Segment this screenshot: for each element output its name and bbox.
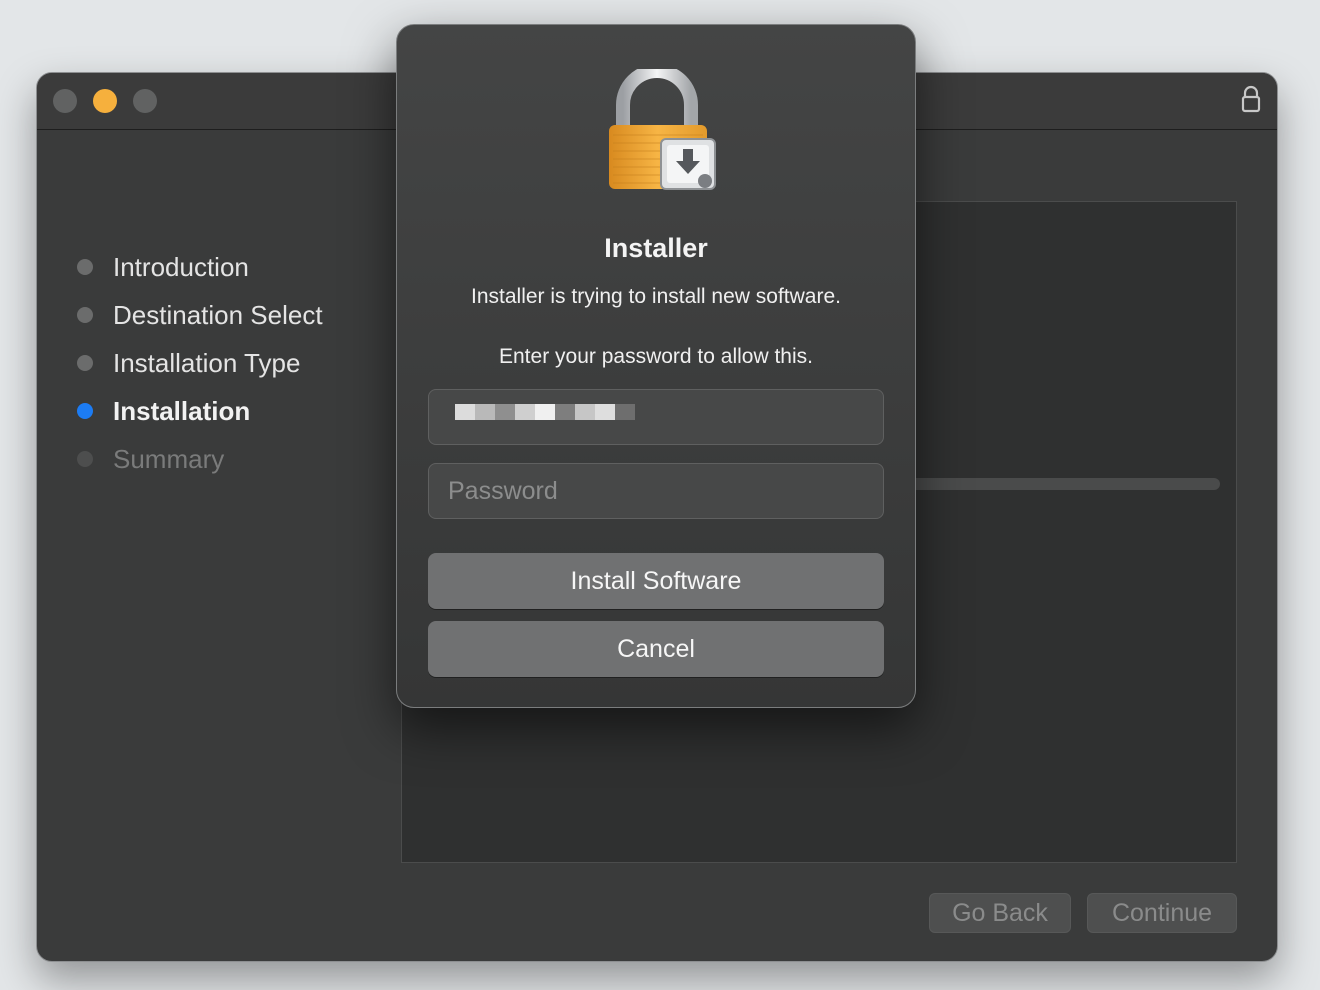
step-installation: Installation [77,387,323,435]
username-field[interactable] [428,389,884,445]
close-button[interactable] [53,89,77,113]
step-indicator [77,451,93,467]
step-indicator [77,355,93,371]
dialog-message: Installer is trying to install new softw… [471,285,841,308]
dialog-prompt: Enter your password to allow this. [499,345,813,368]
password-input[interactable] [429,464,883,518]
installer-lock-icon [609,69,716,190]
go-back-button[interactable]: Go Back [929,893,1071,933]
step-summary: Summary [77,435,323,483]
cancel-button[interactable]: Cancel [428,621,884,677]
install-software-button[interactable]: Install Software [428,553,884,609]
step-introduction: Introduction [77,243,323,291]
password-field[interactable] [428,463,884,519]
step-destination-select: Destination Select [77,291,323,339]
step-label: Summary [113,443,225,474]
step-label: Destination Select [113,299,323,330]
step-label: Introduction [113,251,249,282]
redacted-username [455,404,635,420]
step-installation-type: Installation Type [77,339,323,387]
step-label: Installation [113,395,251,426]
step-list: Introduction Destination Select Installa… [77,243,323,483]
install-progress-bar [902,478,1220,490]
zoom-button[interactable] [133,89,157,113]
step-indicator [77,307,93,323]
step-label: Installation Type [113,347,301,378]
step-indicator [77,259,93,275]
continue-button[interactable]: Continue [1087,893,1237,933]
screen: Introduction Destination Select Installa… [0,0,1320,990]
dialog-title: Installer [604,233,708,263]
step-indicator-active [77,403,93,419]
lock-icon [1241,85,1261,113]
minimize-button[interactable] [93,89,117,113]
auth-dialog: Installer Installer is trying to install… [396,24,916,708]
